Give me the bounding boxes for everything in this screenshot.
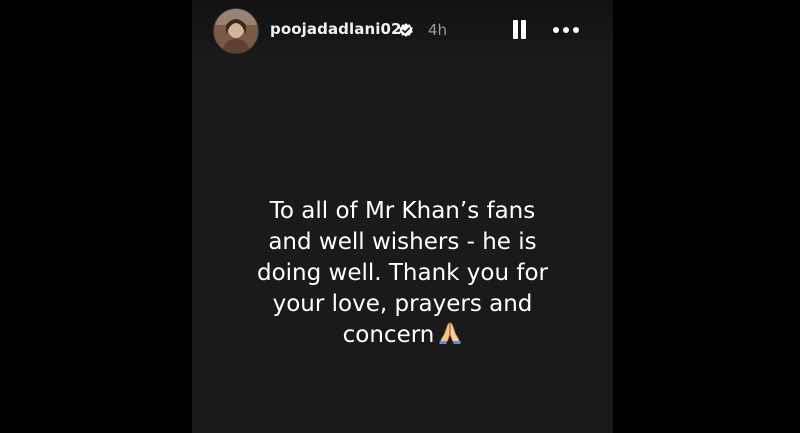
story-header: poojadadlani02 4h <box>192 0 613 64</box>
username[interactable]: poojadadlani02 <box>270 20 402 38</box>
story-viewer-page: poojadadlani02 4h To all of Mr Khan’s fa… <box>0 0 800 433</box>
pause-icon-bar <box>521 20 526 39</box>
story-frame[interactable]: poojadadlani02 4h To all of Mr Khan’s fa… <box>192 0 613 433</box>
more-icon <box>553 27 559 33</box>
verified-badge-icon <box>399 23 413 37</box>
more-icon-dot <box>563 27 569 33</box>
more-icon-dot <box>573 27 579 33</box>
pause-button[interactable] <box>508 17 530 43</box>
avatar[interactable] <box>214 9 258 53</box>
more-options-button[interactable] <box>550 17 582 43</box>
avatar-image <box>214 9 258 53</box>
story-caption: To all of Mr Khan’s fans and well wisher… <box>212 196 593 351</box>
pause-icon <box>513 20 518 39</box>
story-timestamp: 4h <box>428 21 448 39</box>
story-caption-text: To all of Mr Khan’s fans and well wisher… <box>256 198 549 348</box>
folded-hands-icon <box>439 322 461 344</box>
